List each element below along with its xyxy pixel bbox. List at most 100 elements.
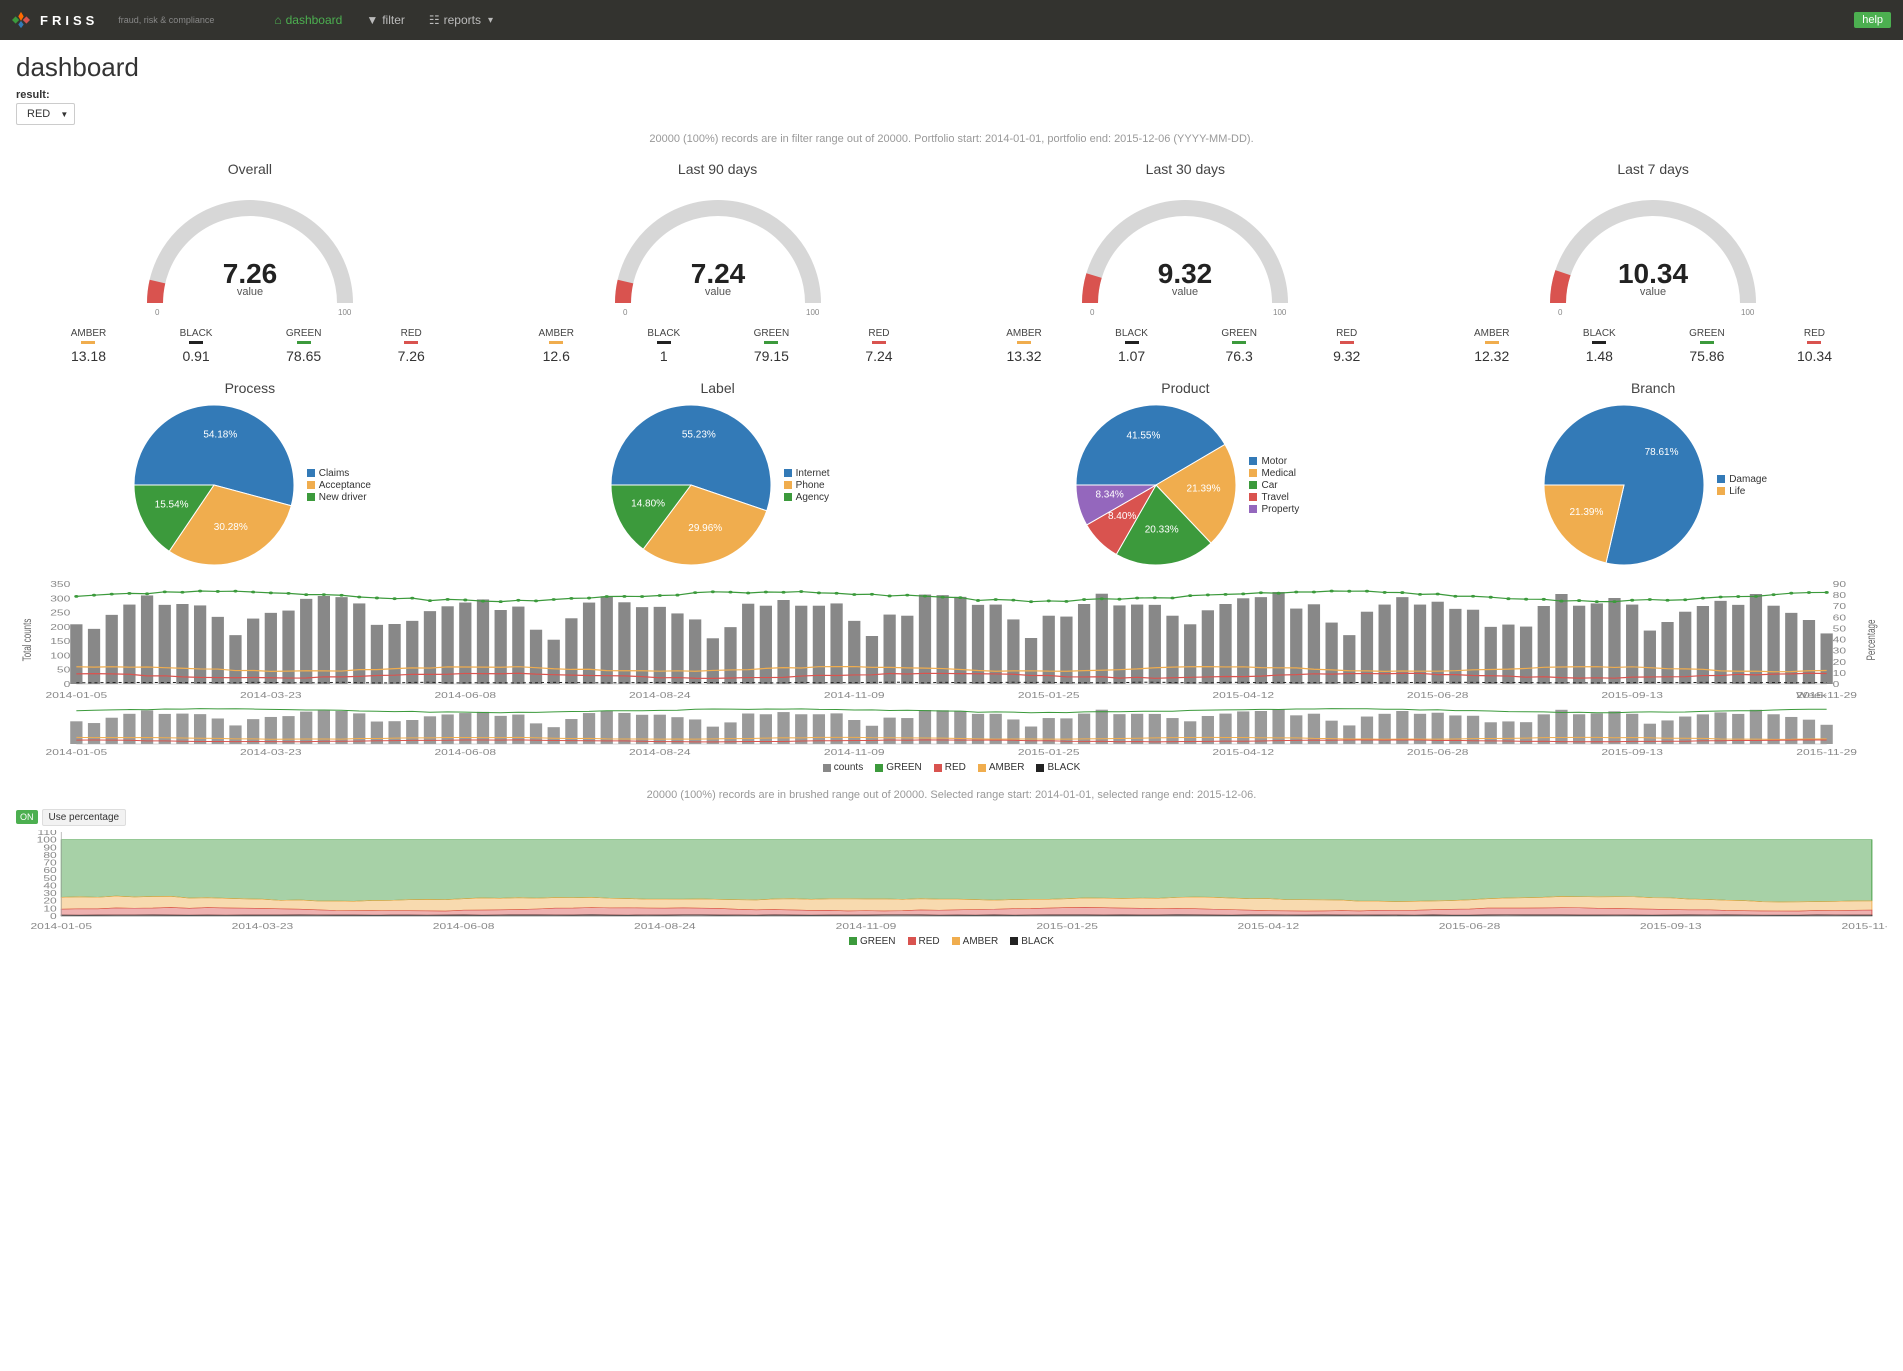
svg-text:21.39%: 21.39% — [1570, 507, 1604, 518]
gauge-cat-bar — [81, 341, 95, 344]
svg-text:2014-08-24: 2014-08-24 — [629, 749, 691, 756]
svg-text:0: 0 — [155, 308, 160, 317]
gauge-cat-bar — [1340, 341, 1354, 344]
pie-legend-item[interactable]: Phone — [784, 480, 830, 491]
result-label: result: — [16, 89, 1887, 101]
gauge-cat-value: 0.91 — [142, 348, 250, 364]
result-select[interactable]: RED — [16, 103, 75, 125]
nav-filter-label: filter — [382, 13, 405, 27]
svg-text:2014-06-08: 2014-06-08 — [433, 922, 495, 929]
svg-text:100: 100 — [1741, 308, 1755, 317]
timeseries-main-svg[interactable]: 0501001502002503003500102030405060708090… — [16, 580, 1887, 700]
svg-text:29.96%: 29.96% — [688, 523, 722, 534]
ts-legend-item[interactable]: AMBER — [978, 762, 1025, 773]
pie-legend-item[interactable]: Travel — [1249, 492, 1299, 503]
svg-text:40: 40 — [1833, 636, 1847, 645]
gauge-cat-red: RED 9.32 — [1293, 328, 1401, 364]
pie-legend-label: Motor — [1261, 456, 1287, 467]
pie-legend-item[interactable]: Claims — [307, 468, 371, 479]
gauge-cat-black: BLACK 1 — [610, 328, 718, 364]
pie-legend-item[interactable]: Property — [1249, 504, 1299, 515]
svg-text:7.24: 7.24 — [690, 258, 745, 289]
gauge-cat-bar — [1807, 341, 1821, 344]
nav-filter[interactable]: ▼ filter — [366, 13, 405, 27]
gauge-3: Last 7 days 10.34 value 0 100 AMBER 12.3… — [1438, 161, 1868, 364]
help-button[interactable]: help — [1854, 12, 1891, 28]
pie-legend-label: Internet — [796, 468, 830, 479]
svg-text:100: 100 — [50, 652, 70, 661]
area-legend-item[interactable]: RED — [908, 936, 940, 947]
gauge-cats: AMBER 13.18 BLACK 0.91 GREEN 78.65 RED 7… — [35, 328, 465, 364]
svg-text:9.32: 9.32 — [1158, 258, 1213, 289]
gauge-cat-black: BLACK 1.48 — [1546, 328, 1654, 364]
pie-legend-item[interactable]: Agency — [784, 492, 830, 503]
svg-text:14.80%: 14.80% — [631, 499, 665, 510]
pie-legend-label: Property — [1261, 504, 1299, 515]
pie-legend-item[interactable]: Car — [1249, 480, 1299, 491]
svg-text:100: 100 — [37, 836, 57, 845]
area-legend-item[interactable]: GREEN — [849, 936, 896, 947]
pie-legend-label: Life — [1729, 486, 1745, 497]
svg-text:2014-01-05: 2014-01-05 — [30, 922, 92, 929]
svg-text:2014-11-09: 2014-11-09 — [836, 922, 897, 929]
reports-icon: ☷ — [429, 13, 440, 27]
ts-legend-item[interactable]: GREEN — [875, 762, 922, 773]
svg-text:50: 50 — [57, 666, 71, 675]
timeseries-overview-svg[interactable]: 2014-01-052014-03-232014-06-082014-08-24… — [16, 704, 1887, 756]
svg-text:90: 90 — [1833, 581, 1847, 590]
gauge-svg: 7.26 value 0 100 — [120, 183, 380, 323]
filter-info: 20000 (100%) records are in filter range… — [16, 133, 1887, 145]
pie-legend-item[interactable]: Acceptance — [307, 480, 371, 491]
svg-text:7.26: 7.26 — [223, 258, 278, 289]
svg-text:30: 30 — [43, 889, 57, 898]
svg-text:10.34: 10.34 — [1618, 258, 1688, 289]
area-legend-item[interactable]: BLACK — [1010, 936, 1054, 947]
gauge-cat-value: 75.86 — [1653, 348, 1761, 364]
pie-3: Branch 78.61%21.39% DamageLife — [1438, 380, 1868, 570]
svg-text:2014-08-24: 2014-08-24 — [634, 922, 696, 929]
gauge-cat-value: 1 — [610, 348, 718, 364]
gauge-cat-amber: AMBER 13.18 — [35, 328, 143, 364]
nav-dashboard[interactable]: ⌂ dashboard — [274, 13, 342, 27]
svg-text:2015-01-25: 2015-01-25 — [1036, 922, 1098, 929]
svg-text:350: 350 — [50, 581, 70, 590]
gauge-cat-label: GREEN — [250, 328, 358, 339]
pie-legend-item[interactable]: Medical — [1249, 468, 1299, 479]
svg-text:54.18%: 54.18% — [203, 429, 237, 440]
pie-legend-item[interactable]: Internet — [784, 468, 830, 479]
gauge-cat-label: AMBER — [970, 328, 1078, 339]
gauge-2: Last 30 days 9.32 value 0 100 AMBER 13.3… — [970, 161, 1400, 364]
svg-text:60: 60 — [1833, 614, 1847, 623]
ts-legend-item[interactable]: counts — [823, 762, 863, 773]
pie-legend-item[interactable]: Motor — [1249, 456, 1299, 467]
gauge-cat-amber: AMBER 12.32 — [1438, 328, 1546, 364]
pie-legend-label: Agency — [796, 492, 829, 503]
svg-text:2015-04-12: 2015-04-12 — [1238, 922, 1300, 929]
gauge-cat-bar — [1700, 341, 1714, 344]
svg-text:2014-03-23: 2014-03-23 — [232, 922, 294, 929]
toggle-label-button[interactable]: Use percentage — [42, 809, 127, 826]
ts-legend-item[interactable]: BLACK — [1036, 762, 1080, 773]
svg-text:Week: Week — [1796, 692, 1828, 700]
pie-legend-item[interactable]: Damage — [1717, 474, 1767, 485]
pie-legend-label: Phone — [796, 480, 825, 491]
svg-text:0: 0 — [1833, 681, 1840, 690]
svg-text:50: 50 — [43, 874, 57, 883]
toggle-on-button[interactable]: ON — [16, 810, 38, 824]
svg-text:2014-03-23: 2014-03-23 — [240, 749, 302, 756]
pie-legend-label: Medical — [1261, 468, 1295, 479]
svg-text:30.28%: 30.28% — [214, 522, 248, 533]
pie-legend-item[interactable]: Life — [1717, 486, 1767, 497]
toggle-row: ON Use percentage — [16, 809, 1887, 826]
pie-legend-item[interactable]: New driver — [307, 492, 371, 503]
svg-text:value: value — [237, 286, 263, 298]
svg-text:0: 0 — [1558, 308, 1563, 317]
area-legend-item[interactable]: AMBER — [952, 936, 999, 947]
area-chart-svg[interactable]: 01020304050607080901001102014-01-052014-… — [16, 830, 1887, 930]
ts-legend-item[interactable]: RED — [934, 762, 966, 773]
filter-icon: ▼ — [366, 13, 378, 27]
gauge-title: Last 7 days — [1438, 161, 1868, 177]
pie-legend: ClaimsAcceptanceNew driver — [307, 467, 371, 504]
svg-text:2015-06-28: 2015-06-28 — [1439, 922, 1501, 929]
nav-reports[interactable]: ☷ reports — [429, 13, 493, 27]
